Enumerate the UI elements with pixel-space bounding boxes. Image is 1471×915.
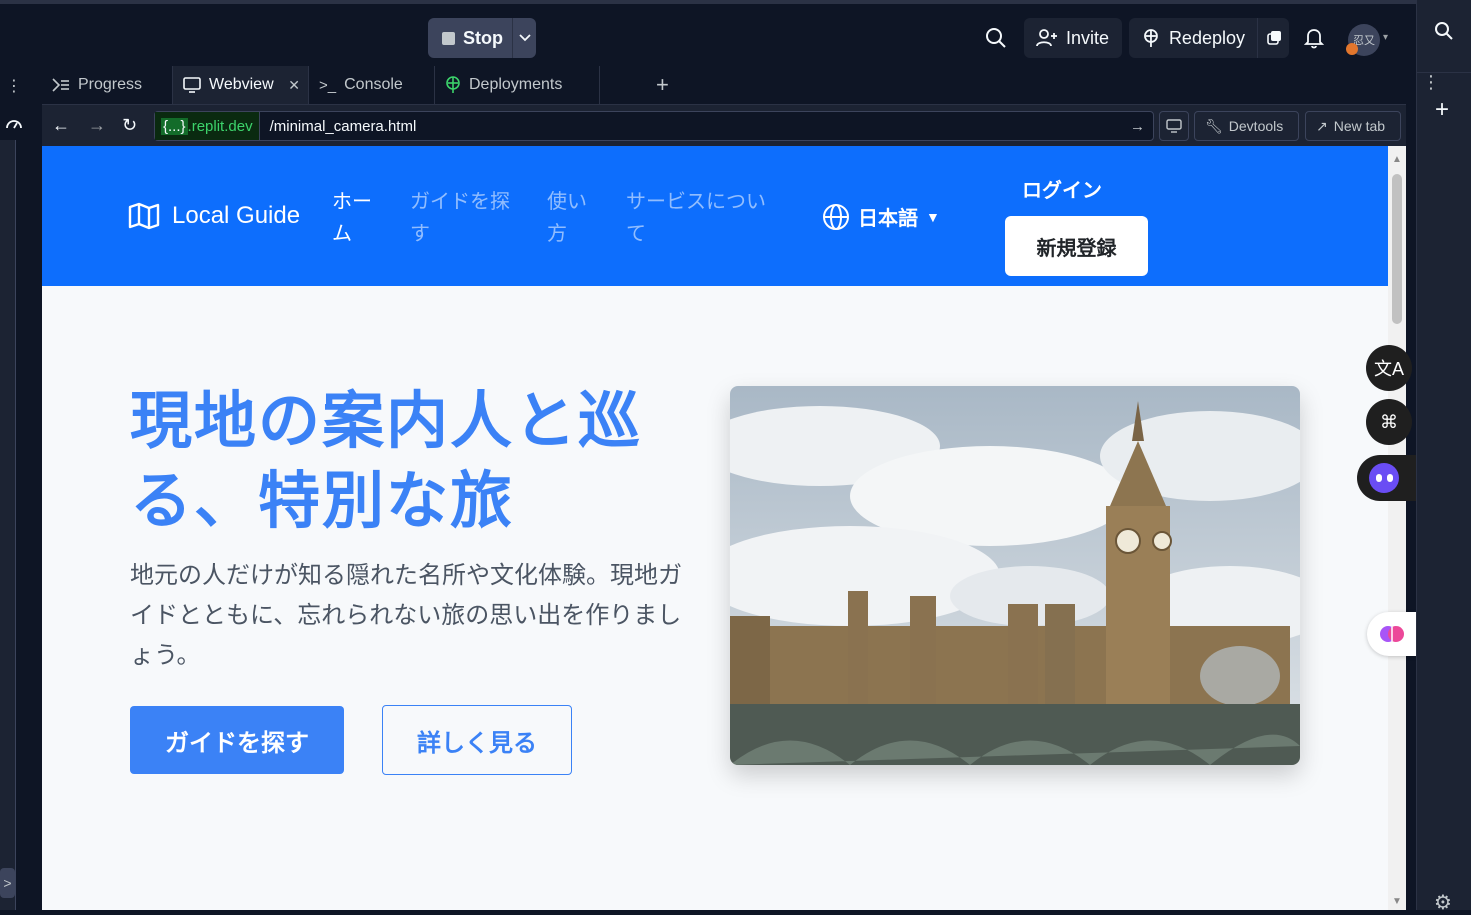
tab-progress[interactable]: Progress <box>42 66 173 104</box>
wrench-icon: 🔧︎ <box>1205 117 1223 134</box>
back-arrow-icon[interactable]: ← <box>52 115 70 136</box>
map-icon <box>128 202 160 230</box>
deploy-icon <box>1144 29 1158 47</box>
pane-tabs: Progress Webview ✕ >_ Console Deployment… <box>42 66 1440 104</box>
kebab-menu-icon[interactable]: ⋮ <box>6 76 22 96</box>
monitor-icon <box>183 77 201 93</box>
kebab-menu-icon[interactable]: ⋮ <box>1422 72 1440 93</box>
brand-name: Local Guide <box>172 202 301 229</box>
login-link[interactable]: ログイン <box>1022 174 1102 203</box>
close-icon[interactable]: ✕ <box>288 77 300 94</box>
new-tab-button[interactable]: ↗ New tab <box>1305 111 1401 141</box>
hero-title: 現地の案内人と巡る、特別な旅 <box>130 387 643 536</box>
progress-icon <box>52 78 69 92</box>
gear-icon[interactable]: ⚙ <box>1434 890 1452 915</box>
redeploy-button[interactable]: Redeploy <box>1129 18 1257 58</box>
url-host-suffix: .replit.dev <box>187 117 253 135</box>
bell-icon[interactable] <box>1304 27 1324 49</box>
workspace-header: Stop Invite Redeploy 忍又 ▾ <box>0 0 1416 66</box>
run-options-caret[interactable] <box>512 18 536 58</box>
hero-subtitle: 地元の人だけが知る隠れた名所や文化体験。現地ガイドとともに、忘れられない旅の思い… <box>130 562 682 669</box>
deployments-icon <box>446 76 460 93</box>
copy-icon <box>1266 31 1281 45</box>
gauge-icon[interactable] <box>5 116 23 130</box>
tab-label: Deployments <box>469 76 563 93</box>
chevron-down-icon[interactable]: ▾ <box>1383 32 1388 43</box>
tab-deployments[interactable]: Deployments <box>435 66 600 104</box>
invite-button[interactable]: Invite <box>1024 18 1122 58</box>
chevron-right-icon[interactable]: > <box>0 868 15 898</box>
go-arrow-icon[interactable]: → <box>1130 118 1145 135</box>
devtools-label: Devtools <box>1228 118 1284 134</box>
webview-content: Local Guide ホー ム ガイドを探 す 使い 方 サービスについ て … <box>42 146 1406 910</box>
new-tab-label: New tab <box>1333 118 1386 134</box>
brain-icon[interactable] <box>1367 612 1416 656</box>
translate-icon[interactable]: 文A <box>1366 345 1412 391</box>
stop-label: Stop <box>463 27 503 48</box>
external-link-icon: ↗ <box>1316 117 1328 134</box>
right-rail: + ⚙ <box>1416 0 1471 914</box>
left-sidebar-strip: > <box>0 140 16 910</box>
monitor-icon <box>1166 119 1182 133</box>
site-brand[interactable]: Local Guide <box>128 202 300 230</box>
scroll-down-icon[interactable]: ▼ <box>1392 896 1402 907</box>
globe-icon <box>823 203 849 230</box>
nav-home[interactable]: ホー ム <box>332 186 382 250</box>
scroll-up-icon[interactable]: ▲ <box>1392 154 1402 165</box>
search-icon[interactable] <box>1433 20 1455 42</box>
tab-label: Webview <box>209 76 274 93</box>
caret-down-icon: ▼ <box>926 208 940 225</box>
hero-image-big-ben <box>730 386 1300 765</box>
reload-icon[interactable]: ↻ <box>122 115 137 136</box>
search-icon[interactable] <box>984 26 1008 50</box>
redeploy-label: Redeploy <box>1168 27 1245 48</box>
stop-icon <box>442 31 455 45</box>
url-path[interactable]: /minimal_camera.html <box>260 118 417 135</box>
assistant-bot-icon[interactable] <box>1357 455 1416 501</box>
tab-console[interactable]: >_ Console <box>309 66 435 104</box>
nav-find-guide[interactable]: ガイドを探 す <box>410 186 520 250</box>
language-label: 日本語 <box>858 208 918 230</box>
learn-more-button[interactable]: 詳しく見る <box>382 705 572 775</box>
url-host-prefix: {...} <box>161 117 188 135</box>
terminal-icon: >_ <box>319 76 337 94</box>
avatar-status-badge <box>1346 43 1358 55</box>
nav-how-to-use[interactable]: 使い 方 <box>547 186 597 250</box>
command-icon[interactable]: ⌘ <box>1366 399 1412 445</box>
nav-about-service[interactable]: サービスについ て <box>626 186 776 250</box>
scrollbar[interactable]: ▲ ▼ <box>1388 146 1406 910</box>
url-field[interactable]: {...} .replit.dev /minimal_camera.html → <box>154 111 1154 141</box>
add-user-icon <box>1036 29 1057 47</box>
tab-webview[interactable]: Webview ✕ <box>173 66 309 104</box>
devtools-button[interactable]: 🔧︎ Devtools <box>1194 111 1299 141</box>
add-tab-icon[interactable]: + <box>656 72 669 98</box>
forward-arrow-icon[interactable]: → <box>88 115 106 136</box>
chevron-down-icon <box>518 34 531 42</box>
site-navbar: Local Guide ホー ム ガイドを探 す 使い 方 サービスについ て … <box>42 146 1388 286</box>
signup-button[interactable]: 新規登録 <box>1005 216 1148 276</box>
device-preview-button[interactable] <box>1159 111 1189 141</box>
tab-label: Console <box>344 76 403 93</box>
language-selector[interactable]: 日本語 ▼ <box>822 202 940 231</box>
stop-button[interactable]: Stop <box>428 18 512 58</box>
tab-label: Progress <box>78 76 143 93</box>
invite-label: Invite <box>1066 27 1110 48</box>
url-host[interactable]: {...} .replit.dev <box>155 112 260 140</box>
webview-toolbar: ← → ↻ {...} .replit.dev /minimal_camera.h… <box>42 104 1406 146</box>
deploy-options-button[interactable] <box>1257 18 1289 58</box>
scrollbar-thumb[interactable] <box>1392 174 1402 324</box>
find-guide-button[interactable]: ガイドを探す <box>130 706 344 774</box>
add-icon[interactable]: + <box>1435 98 1449 122</box>
